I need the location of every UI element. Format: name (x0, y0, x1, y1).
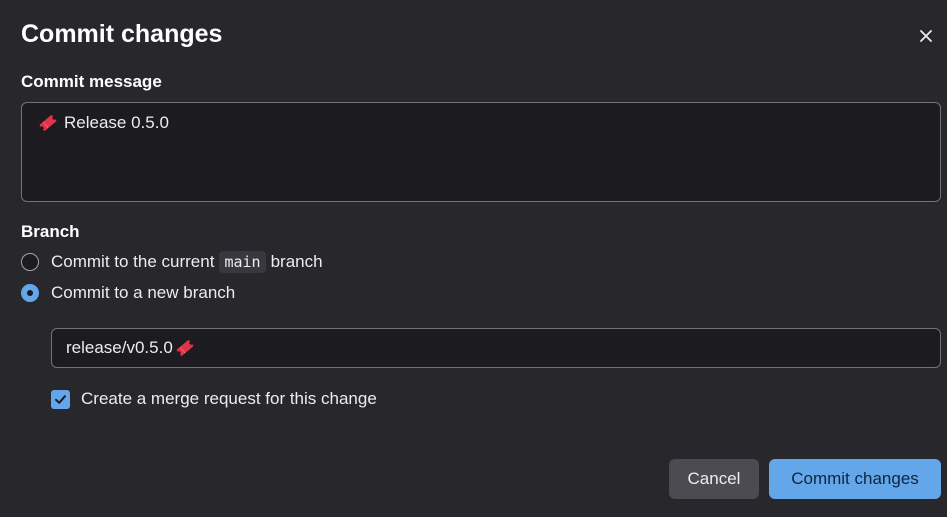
modal-title: Commit changes (21, 20, 223, 48)
close-button[interactable] (912, 22, 940, 50)
commit-message-text: Release 0.5.0 (64, 113, 169, 132)
radio-current-suffix: branch (270, 252, 323, 271)
merge-request-checkbox-row[interactable]: Create a merge request for this change (51, 388, 377, 410)
radio-commit-current-branch[interactable]: Commit to the current main branch (21, 251, 323, 273)
ticket-emoji-icon (39, 115, 57, 131)
radio-button-unselected[interactable] (21, 253, 39, 271)
radio-new-label: Commit to a new branch (51, 283, 236, 302)
commit-message-label: Commit message (21, 72, 162, 91)
commit-changes-modal: Commit changes Commit message Release 0.… (0, 0, 947, 517)
radio-button-selected[interactable] (21, 284, 39, 302)
ticket-emoji-icon (176, 340, 194, 356)
current-branch-code: main (219, 251, 266, 273)
cancel-button[interactable]: Cancel (669, 459, 759, 499)
commit-message-textarea[interactable]: Release 0.5.0 (21, 102, 941, 202)
merge-request-label: Create a merge request for this change (81, 389, 377, 408)
radio-commit-new-branch[interactable]: Commit to a new branch (21, 282, 235, 304)
new-branch-text: release/v0.5.0 (66, 338, 173, 357)
close-icon (920, 30, 932, 42)
branch-label: Branch (21, 222, 80, 241)
merge-request-checkbox[interactable] (51, 389, 70, 409)
radio-current-prefix: Commit to the current (51, 252, 215, 271)
new-branch-input[interactable]: release/v0.5.0 (51, 328, 941, 368)
commit-changes-button[interactable]: Commit changes (769, 459, 941, 499)
checkmark-icon (55, 394, 66, 404)
